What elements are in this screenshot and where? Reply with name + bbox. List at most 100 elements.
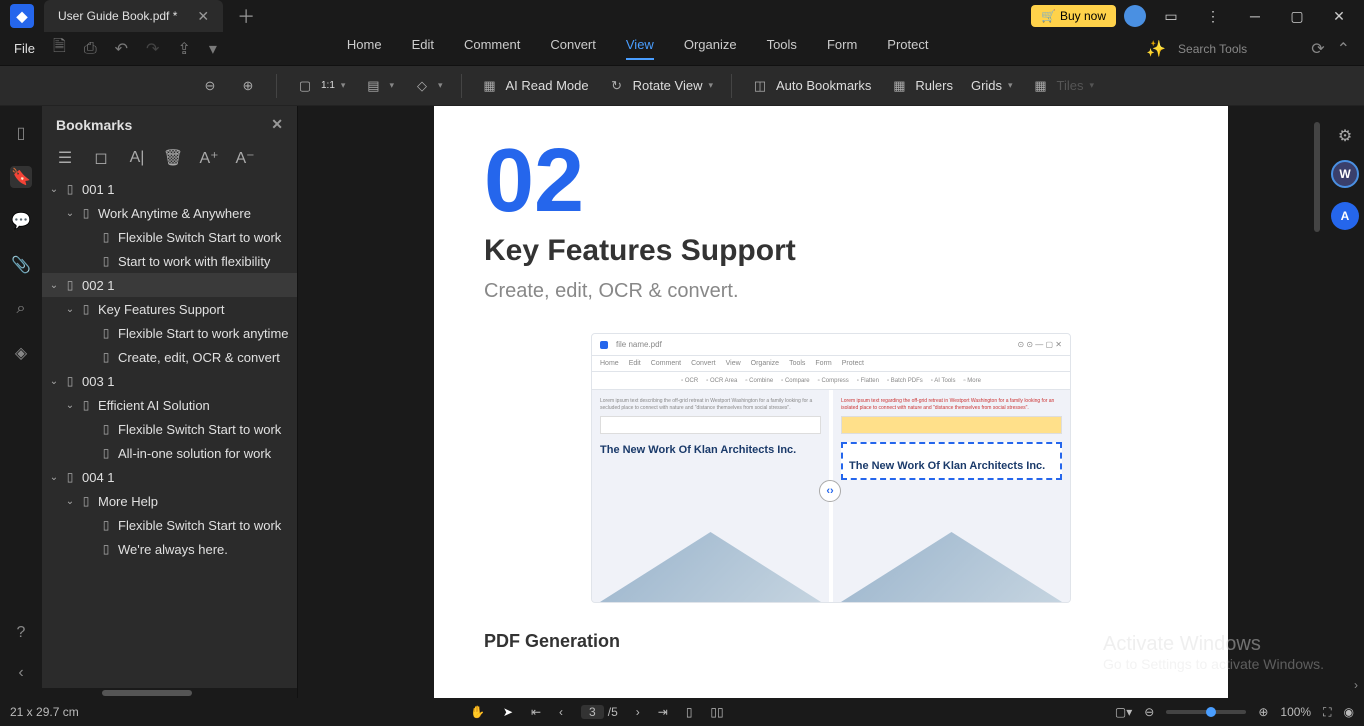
read-mode-icon[interactable]: ◉: [1344, 705, 1354, 719]
buy-now-button[interactable]: 🛒 Buy now: [1031, 5, 1116, 27]
two-page-icon[interactable]: ▯▯: [710, 705, 723, 719]
hand-tool-icon[interactable]: ✋: [470, 705, 485, 719]
rename-bookmark-icon[interactable]: A|: [128, 149, 146, 167]
auto-bookmarks-button[interactable]: ◫Auto Bookmarks: [750, 76, 871, 96]
bookmark-row[interactable]: ▯Start to work with flexibility: [42, 249, 297, 273]
bookmarks-tree[interactable]: ⌄▯001 1⌄▯Work Anytime & Anywhere▯Flexibl…: [42, 177, 297, 688]
menu-edit[interactable]: Edit: [412, 37, 434, 60]
ai-assistant-icon[interactable]: A: [1331, 202, 1359, 230]
zoom-out-status-icon[interactable]: ⊖: [1144, 705, 1154, 719]
prev-page-icon[interactable]: ‹: [559, 705, 563, 719]
grids-button[interactable]: Grids▾: [971, 78, 1013, 93]
menu-comment[interactable]: Comment: [464, 37, 520, 60]
font-decrease-icon[interactable]: A⁻: [236, 149, 254, 167]
sync-icon[interactable]: ⟳: [1311, 39, 1324, 59]
ai-read-mode-button[interactable]: ▦AI Read Mode: [480, 76, 589, 96]
menu-convert[interactable]: Convert: [550, 37, 596, 60]
document-tab[interactable]: User Guide Book.pdf * ✕: [44, 0, 223, 32]
bookmark-row[interactable]: ▯We're always here.: [42, 537, 297, 561]
expand-right-icon[interactable]: ›: [1354, 678, 1358, 692]
chevron-down-icon[interactable]: ⌄: [46, 184, 62, 195]
help-icon[interactable]: ?: [10, 622, 32, 644]
save-icon[interactable]: 🗎: [53, 35, 66, 62]
add-bookmark-icon[interactable]: ◻: [92, 149, 110, 167]
menu-home[interactable]: Home: [347, 37, 382, 60]
rotate-view-button[interactable]: ↻Rotate View▾: [607, 76, 713, 96]
print-icon[interactable]: ⎙: [84, 40, 97, 58]
chevron-down-icon[interactable]: ⌄: [62, 208, 78, 219]
bookmark-row[interactable]: ▯Flexible Switch Start to work: [42, 513, 297, 537]
fullscreen-icon[interactable]: ⛶: [1323, 705, 1331, 720]
first-page-icon[interactable]: ⇤: [531, 705, 541, 719]
chevron-down-icon[interactable]: ⌄: [46, 376, 62, 387]
comments-panel-icon[interactable]: 💬: [10, 210, 32, 232]
undo-icon[interactable]: ↶: [115, 39, 128, 59]
delete-bookmark-icon[interactable]: 🗑: [164, 149, 182, 167]
zoom-slider[interactable]: [1166, 710, 1246, 714]
chevron-down-icon[interactable]: ⌄: [46, 472, 62, 483]
page-indicator[interactable]: 3 /5: [581, 705, 618, 719]
bookmark-row[interactable]: ▯Flexible Switch Start to work: [42, 225, 297, 249]
page-canvas-area[interactable]: 02 Key Features Support Create, edit, OC…: [298, 106, 1364, 698]
word-export-icon[interactable]: W: [1331, 160, 1359, 188]
zoom-in-status-icon[interactable]: ⊕: [1258, 705, 1268, 719]
bookmark-row[interactable]: ⌄▯Work Anytime & Anywhere: [42, 201, 297, 225]
menu-form[interactable]: Form: [827, 37, 857, 60]
qat-dropdown-icon[interactable]: ▾: [209, 39, 217, 59]
bookmark-row[interactable]: ▯Create, edit, OCR & convert: [42, 345, 297, 369]
attachments-icon[interactable]: 📎: [10, 254, 32, 276]
menu-tools[interactable]: Tools: [767, 37, 797, 60]
bookmark-row[interactable]: ⌄▯Key Features Support: [42, 297, 297, 321]
bookmark-row[interactable]: ▯Flexible Switch Start to work: [42, 417, 297, 441]
zoom-in-button[interactable]: ⊕: [238, 76, 258, 96]
share-icon[interactable]: ⇪: [177, 39, 190, 59]
user-avatar-icon[interactable]: [1124, 5, 1146, 27]
new-tab-icon[interactable]: ＋: [237, 3, 255, 29]
select-tool-icon[interactable]: ➤: [503, 705, 513, 719]
scrollbar-indicator[interactable]: [1314, 122, 1320, 232]
menu-view[interactable]: View: [626, 37, 654, 60]
zoom-level[interactable]: 100%: [1280, 705, 1311, 719]
menu-organize[interactable]: Organize: [684, 37, 737, 60]
collapse-ribbon-icon[interactable]: ⌃: [1337, 39, 1350, 59]
rulers-button[interactable]: ▦Rulers: [889, 76, 953, 96]
layers-icon[interactable]: ◈: [10, 342, 32, 364]
background-button[interactable]: ◇▾: [412, 76, 443, 96]
bookmark-row[interactable]: ▯All-in-one solution for work: [42, 441, 297, 465]
comment-box-icon[interactable]: ▭: [1154, 2, 1188, 30]
search-panel-icon[interactable]: ⌕: [10, 298, 32, 320]
close-panel-icon[interactable]: ✕: [271, 116, 283, 133]
panel-scrollbar[interactable]: [42, 688, 297, 698]
fit-mode-button[interactable]: ▢1:1▾: [295, 76, 345, 96]
font-increase-icon[interactable]: A⁺: [200, 149, 218, 167]
zoom-out-button[interactable]: ⊖: [200, 76, 220, 96]
bookmark-row[interactable]: ⌄▯More Help: [42, 489, 297, 513]
bookmark-row[interactable]: ⌄▯002 1: [42, 273, 297, 297]
chevron-down-icon[interactable]: ⌄: [46, 280, 62, 291]
page-layout-button[interactable]: ▤▾: [363, 76, 394, 96]
collapse-left-icon[interactable]: ‹: [10, 662, 32, 684]
bookmark-row[interactable]: ⌄▯003 1: [42, 369, 297, 393]
last-page-icon[interactable]: ⇥: [658, 705, 668, 719]
bookmark-row[interactable]: ▯Flexible Start to work anytime: [42, 321, 297, 345]
minimize-button[interactable]: ─: [1238, 2, 1272, 30]
expand-all-icon[interactable]: ☰: [56, 149, 74, 167]
maximize-button[interactable]: ▢: [1280, 2, 1314, 30]
properties-icon[interactable]: ⚙: [1338, 126, 1352, 146]
fit-width-icon[interactable]: ▢▾: [1115, 705, 1132, 719]
single-page-icon[interactable]: ▯: [686, 705, 693, 719]
chevron-down-icon[interactable]: ⌄: [62, 496, 78, 507]
current-page[interactable]: 3: [581, 705, 604, 719]
kebab-menu-icon[interactable]: ⋮: [1196, 2, 1230, 30]
search-tools-input[interactable]: Search Tools: [1178, 42, 1247, 56]
file-menu[interactable]: File: [14, 41, 35, 56]
bookmark-row[interactable]: ⌄▯004 1: [42, 465, 297, 489]
chevron-down-icon[interactable]: ⌄: [62, 400, 78, 411]
bookmark-row[interactable]: ⌄▯001 1: [42, 177, 297, 201]
ai-sparkle-icon[interactable]: ✨: [1146, 39, 1166, 59]
next-page-icon[interactable]: ›: [636, 705, 640, 719]
bookmark-row[interactable]: ⌄▯Efficient AI Solution: [42, 393, 297, 417]
redo-icon[interactable]: ↷: [146, 39, 159, 59]
close-tab-icon[interactable]: ✕: [197, 8, 209, 25]
bookmarks-icon[interactable]: 🔖: [10, 166, 32, 188]
